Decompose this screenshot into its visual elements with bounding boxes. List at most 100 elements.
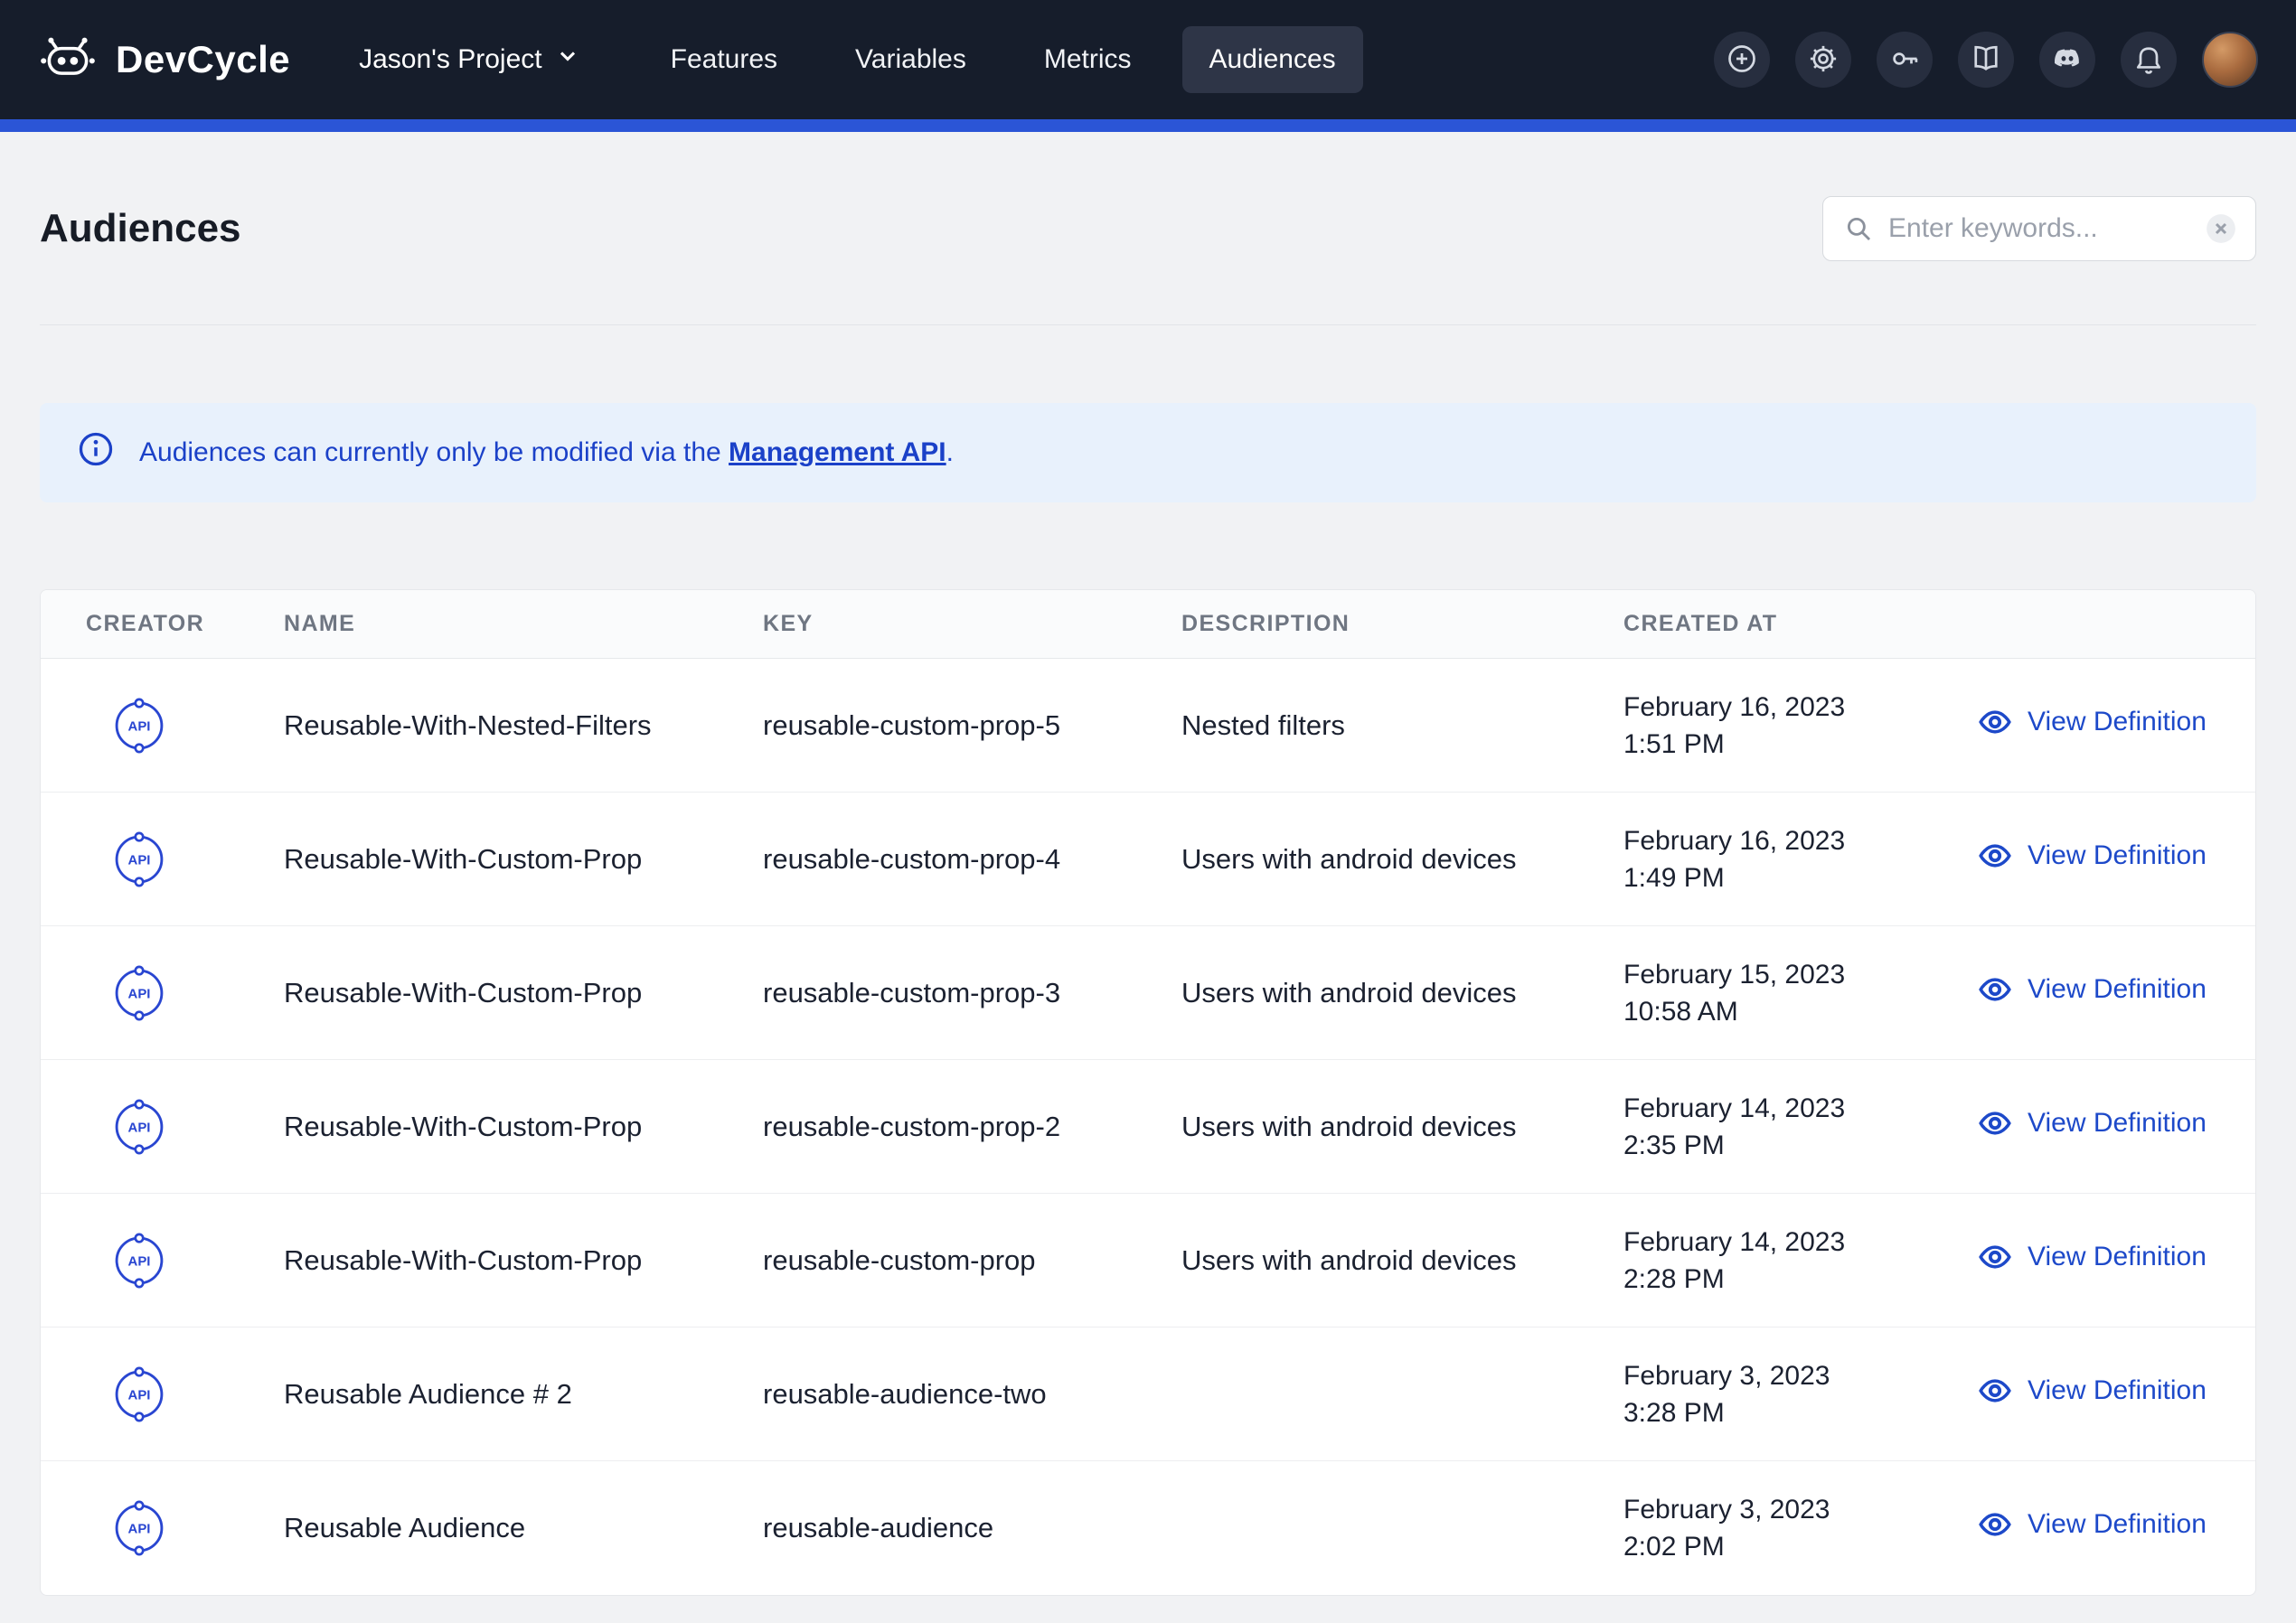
- action-cell: View Definition: [1977, 1239, 2223, 1282]
- created-time: 1:51 PM: [1623, 726, 1977, 763]
- avatar[interactable]: [2202, 32, 2258, 88]
- discord-button[interactable]: [2039, 32, 2095, 88]
- view-definition-link[interactable]: View Definition: [1977, 1105, 2207, 1141]
- audience-description: Users with android devices: [1181, 843, 1623, 876]
- column-header-description: DESCRIPTION: [1181, 611, 1623, 637]
- management-api-link[interactable]: Management API: [729, 437, 946, 467]
- eye-icon: [1977, 1239, 2013, 1275]
- creator-cell: API: [86, 965, 284, 1021]
- brand-name: DevCycle: [116, 38, 290, 81]
- audience-key: reusable-custom-prop-3: [763, 977, 1181, 1009]
- brand-logo[interactable]: DevCycle: [38, 30, 290, 89]
- column-header-created-at: CREATED AT: [1623, 611, 1977, 637]
- nav-item-audiences[interactable]: Audiences: [1182, 26, 1363, 93]
- audience-created-at: February 14, 2023 2:28 PM: [1623, 1224, 1977, 1298]
- clear-search-button[interactable]: [2203, 211, 2239, 247]
- project-selector[interactable]: Jason's Project: [350, 29, 589, 90]
- column-header-creator: CREATOR: [86, 611, 284, 637]
- creator-cell: API: [86, 1233, 284, 1289]
- created-date: February 14, 2023: [1623, 1090, 1977, 1127]
- api-badge-label: API: [128, 1387, 151, 1403]
- info-icon: [76, 429, 116, 476]
- view-definition-link[interactable]: View Definition: [1977, 1506, 2207, 1543]
- project-selector-label: Jason's Project: [359, 44, 542, 75]
- api-badge-label: API: [128, 986, 151, 1001]
- view-definition-label: View Definition: [2028, 840, 2207, 871]
- api-creator-icon: API: [111, 1099, 167, 1155]
- view-definition-link[interactable]: View Definition: [1977, 1239, 2207, 1275]
- notifications-button[interactable]: [2121, 32, 2177, 88]
- top-navbar: DevCycle Jason's Project Features Variab…: [0, 0, 2296, 119]
- api-creator-icon: API: [111, 1233, 167, 1289]
- action-cell: View Definition: [1977, 838, 2223, 881]
- view-definition-link[interactable]: View Definition: [1977, 838, 2207, 874]
- docs-book-icon: [1970, 42, 2002, 78]
- action-cell: View Definition: [1977, 1373, 2223, 1416]
- nav-item-features[interactable]: Features: [644, 26, 805, 93]
- api-creator-icon: API: [111, 1500, 167, 1556]
- column-header-name: NAME: [284, 611, 763, 637]
- api-badge-label: API: [128, 852, 151, 868]
- audience-key: reusable-custom-prop-5: [763, 709, 1181, 742]
- view-definition-label: View Definition: [2028, 974, 2207, 1005]
- table-row: API Reusable-With-Nested-Filters reusabl…: [41, 659, 2255, 793]
- plus-circle-icon: [1726, 42, 1758, 78]
- devcycle-robot-icon: [38, 30, 98, 89]
- action-cell: View Definition: [1977, 971, 2223, 1015]
- created-date: February 3, 2023: [1623, 1357, 1977, 1394]
- api-badge-label: API: [128, 1253, 151, 1269]
- nav-item-metrics[interactable]: Metrics: [1017, 26, 1159, 93]
- created-date: February 16, 2023: [1623, 822, 1977, 859]
- nav-item-variables[interactable]: Variables: [828, 26, 993, 93]
- search-box: [1822, 196, 2256, 261]
- search-icon: [1843, 213, 1874, 244]
- banner-text-after: .: [946, 437, 954, 467]
- created-time: 1:49 PM: [1623, 859, 1977, 896]
- create-button[interactable]: [1714, 32, 1770, 88]
- audience-key: reusable-custom-prop-4: [763, 843, 1181, 876]
- view-definition-label: View Definition: [2028, 1108, 2207, 1139]
- created-time: 3:28 PM: [1623, 1394, 1977, 1431]
- column-header-key: KEY: [763, 611, 1181, 637]
- table-body: API Reusable-With-Nested-Filters reusabl…: [41, 659, 2255, 1595]
- creator-cell: API: [86, 1500, 284, 1556]
- view-definition-link[interactable]: View Definition: [1977, 971, 2207, 1008]
- api-badge-label: API: [128, 718, 151, 734]
- audience-key: reusable-audience-two: [763, 1378, 1181, 1411]
- info-banner: Audiences can currently only be modified…: [40, 403, 2256, 502]
- eye-icon: [1977, 1373, 2013, 1409]
- table-row: API Reusable Audience # 2 reusable-audie…: [41, 1327, 2255, 1461]
- created-date: February 15, 2023: [1623, 956, 1977, 993]
- audience-created-at: February 3, 2023 3:28 PM: [1623, 1357, 1977, 1431]
- view-definition-label: View Definition: [2028, 707, 2207, 737]
- api-badge-label: API: [128, 1120, 151, 1135]
- settings-button[interactable]: [1795, 32, 1851, 88]
- audience-key: reusable-audience: [763, 1512, 1181, 1544]
- view-definition-link[interactable]: View Definition: [1977, 1373, 2207, 1409]
- table-row: API Reusable-With-Custom-Prop reusable-c…: [41, 1060, 2255, 1194]
- view-definition-label: View Definition: [2028, 1509, 2207, 1540]
- view-definition-label: View Definition: [2028, 1375, 2207, 1406]
- audience-name: Reusable-With-Custom-Prop: [284, 977, 763, 1009]
- page-title: Audiences: [40, 206, 241, 251]
- page-content: Audiences A: [0, 132, 2296, 1596]
- banner-text-before: Audiences can currently only be modified…: [139, 437, 729, 467]
- action-cell: View Definition: [1977, 1105, 2223, 1149]
- eye-icon: [1977, 704, 2013, 740]
- view-definition-link[interactable]: View Definition: [1977, 704, 2207, 740]
- accent-bar: [0, 119, 2296, 132]
- eye-icon: [1977, 971, 2013, 1008]
- action-cell: View Definition: [1977, 1506, 2223, 1550]
- api-creator-icon: API: [111, 698, 167, 754]
- audience-name: Reusable-With-Nested-Filters: [284, 709, 763, 742]
- discord-icon: [2051, 42, 2084, 78]
- audience-name: Reusable Audience: [284, 1512, 763, 1544]
- api-keys-button[interactable]: [1877, 32, 1933, 88]
- search-input[interactable]: [1888, 213, 2188, 244]
- api-creator-icon: API: [111, 831, 167, 887]
- table-row: API Reusable-With-Custom-Prop reusable-c…: [41, 1194, 2255, 1327]
- clear-icon: [2203, 211, 2239, 247]
- audience-key: reusable-custom-prop-2: [763, 1111, 1181, 1143]
- docs-button[interactable]: [1958, 32, 2014, 88]
- audience-description: Users with android devices: [1181, 977, 1623, 1009]
